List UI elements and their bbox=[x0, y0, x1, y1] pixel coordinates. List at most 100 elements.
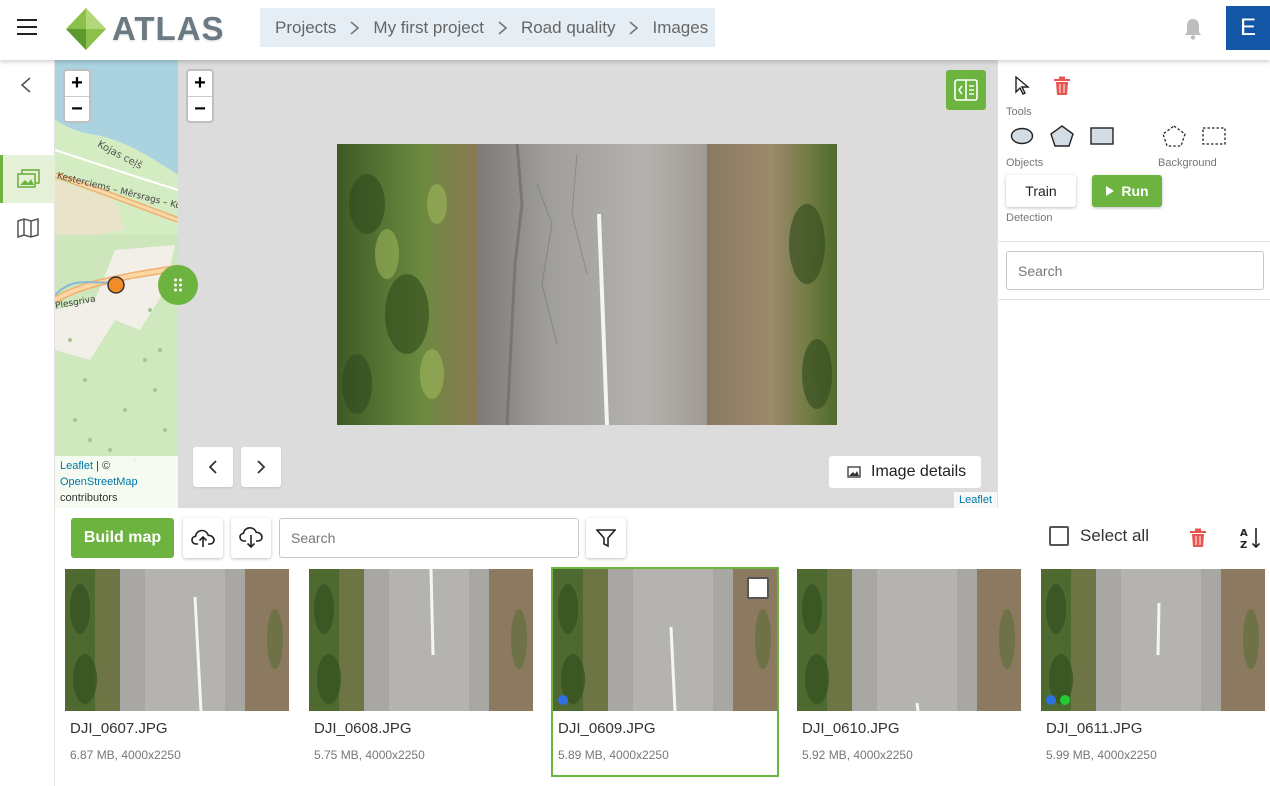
polygon-icon bbox=[1050, 125, 1074, 147]
upload-button[interactable] bbox=[183, 518, 223, 558]
annotation-dot bbox=[558, 695, 568, 705]
image-thumbnail bbox=[1041, 569, 1265, 711]
left-rail bbox=[0, 60, 55, 786]
rectangle-tool[interactable] bbox=[1088, 124, 1116, 148]
background-label: Background bbox=[1158, 157, 1217, 169]
resize-handle[interactable] bbox=[158, 265, 198, 305]
image-card[interactable]: DJI_0611.JPG 5.99 MB, 4000x2250 bbox=[1041, 569, 1265, 775]
images-icon bbox=[17, 169, 40, 188]
breadcrumb: Projects My first project Road quality I… bbox=[260, 8, 715, 47]
image-details-button[interactable]: Image details bbox=[829, 456, 981, 488]
divider bbox=[998, 241, 1270, 242]
breadcrumb-project[interactable]: My first project bbox=[373, 18, 484, 38]
play-icon bbox=[1106, 186, 1115, 196]
trash-icon bbox=[1054, 76, 1070, 95]
select-tool[interactable] bbox=[1010, 74, 1034, 98]
viewer-zoom-control: + − bbox=[186, 69, 214, 123]
image-card[interactable]: DJI_0607.JPG 6.87 MB, 4000x2250 bbox=[65, 569, 289, 775]
app-name: ATLAS bbox=[112, 10, 225, 47]
image-card[interactable]: DJI_0610.JPG 5.92 MB, 4000x2250 bbox=[797, 569, 1021, 775]
image-filename: DJI_0607.JPG bbox=[70, 720, 168, 737]
checkbox[interactable] bbox=[1049, 526, 1069, 546]
image-filename: DJI_0611.JPG bbox=[1046, 720, 1143, 737]
background-rectangle-tool[interactable] bbox=[1200, 124, 1228, 148]
zoom-in-button[interactable]: + bbox=[188, 71, 212, 96]
viewer-attribution[interactable]: Leaflet bbox=[953, 492, 997, 508]
thumbnail-image bbox=[553, 569, 777, 711]
notification-bell-icon[interactable] bbox=[1183, 18, 1203, 40]
annotation-panel: Tools Objects Background Train Run Detec… bbox=[997, 60, 1270, 508]
image-meta: 5.75 MB, 4000x2250 bbox=[314, 748, 425, 762]
image-filename: DJI_0610.JPG bbox=[802, 720, 900, 737]
chevron-right-icon bbox=[629, 20, 639, 35]
filter-button[interactable] bbox=[586, 518, 626, 558]
sort-button[interactable]: A Z bbox=[1238, 525, 1264, 551]
ellipse-icon bbox=[1010, 127, 1034, 145]
image-thumbnail bbox=[65, 569, 289, 711]
delete-annotation-button[interactable] bbox=[1050, 74, 1074, 98]
atlas-logo-icon bbox=[66, 8, 106, 50]
cloud-upload-icon bbox=[191, 529, 215, 547]
chevron-right-icon bbox=[350, 20, 360, 35]
annotation-search-input[interactable] bbox=[1006, 251, 1264, 290]
filter-icon bbox=[596, 529, 616, 548]
ellipse-tool[interactable] bbox=[1008, 124, 1036, 148]
zoom-out-button[interactable]: − bbox=[65, 96, 89, 121]
delete-images-button[interactable] bbox=[1187, 526, 1209, 550]
dashed-rectangle-icon bbox=[1202, 127, 1226, 145]
gallery-toolbar: Build map Select all A Z bbox=[55, 508, 1270, 568]
breadcrumb-dataset[interactable]: Road quality bbox=[521, 18, 616, 38]
annotation-indicators bbox=[558, 695, 568, 705]
rectangle-icon bbox=[1090, 127, 1114, 145]
polygon-tool[interactable] bbox=[1048, 124, 1076, 148]
user-avatar[interactable]: E bbox=[1226, 6, 1270, 50]
trash-icon bbox=[1190, 528, 1206, 547]
top-bar: ATLAS Projects My first project Road qua… bbox=[0, 0, 1270, 60]
chevron-left-icon[interactable] bbox=[19, 76, 33, 94]
map-icon bbox=[16, 218, 39, 238]
map-tab[interactable] bbox=[0, 205, 55, 251]
image-search-input[interactable] bbox=[279, 518, 579, 558]
toggle-side-panel-button[interactable] bbox=[946, 70, 986, 110]
image-filename: DJI_0609.JPG bbox=[558, 720, 656, 737]
annotation-indicators bbox=[1046, 695, 1070, 705]
background-polygon-tool[interactable] bbox=[1160, 124, 1188, 148]
zoom-in-button[interactable]: + bbox=[65, 71, 89, 96]
zoom-out-button[interactable]: − bbox=[188, 96, 212, 121]
images-tab[interactable] bbox=[0, 155, 55, 203]
image-details-label: Image details bbox=[871, 463, 967, 480]
dashed-polygon-icon bbox=[1162, 125, 1186, 147]
sort-az-icon: A Z bbox=[1240, 528, 1261, 550]
minimap-zoom-control: + − bbox=[63, 69, 91, 123]
aerial-road-image bbox=[337, 144, 837, 425]
image-viewer[interactable]: + − Image details Leaflet bbox=[178, 60, 997, 508]
previous-image-button[interactable] bbox=[193, 447, 233, 487]
chevron-right-icon bbox=[257, 460, 266, 474]
divider bbox=[998, 299, 1270, 300]
image-card[interactable]: DJI_0609.JPG 5.89 MB, 4000x2250 bbox=[551, 567, 779, 777]
svg-text:Z: Z bbox=[1240, 540, 1247, 550]
annotation-dot bbox=[1060, 695, 1070, 705]
download-button[interactable] bbox=[231, 518, 271, 558]
cursor-icon bbox=[1015, 76, 1030, 95]
objects-label: Objects bbox=[1006, 157, 1044, 169]
select-all-checkbox[interactable]: Select all bbox=[1049, 526, 1149, 546]
menu-icon[interactable] bbox=[17, 19, 37, 35]
chevron-left-icon bbox=[208, 460, 217, 474]
train-button[interactable]: Train bbox=[1006, 175, 1076, 207]
thumbnail-image bbox=[797, 569, 1021, 711]
image-thumbnail bbox=[553, 569, 777, 711]
image-card[interactable]: DJI_0608.JPG 5.75 MB, 4000x2250 bbox=[309, 569, 533, 775]
breadcrumb-images[interactable]: Images bbox=[652, 18, 708, 38]
thumbnail-image bbox=[65, 569, 289, 711]
image-gallery: DJI_0607.JPG 6.87 MB, 4000x2250 DJI_0608.J… bbox=[55, 567, 1270, 786]
osm-link[interactable]: OpenStreetMap bbox=[60, 476, 138, 488]
run-button[interactable]: Run bbox=[1092, 175, 1162, 207]
select-all-label: Select all bbox=[1080, 526, 1149, 545]
next-image-button[interactable] bbox=[241, 447, 281, 487]
cloud-download-icon bbox=[239, 527, 263, 549]
leaflet-link[interactable]: Leaflet bbox=[60, 460, 93, 472]
image-select-checkbox[interactable] bbox=[747, 577, 769, 599]
build-map-button[interactable]: Build map bbox=[71, 518, 174, 558]
breadcrumb-projects[interactable]: Projects bbox=[275, 18, 336, 38]
